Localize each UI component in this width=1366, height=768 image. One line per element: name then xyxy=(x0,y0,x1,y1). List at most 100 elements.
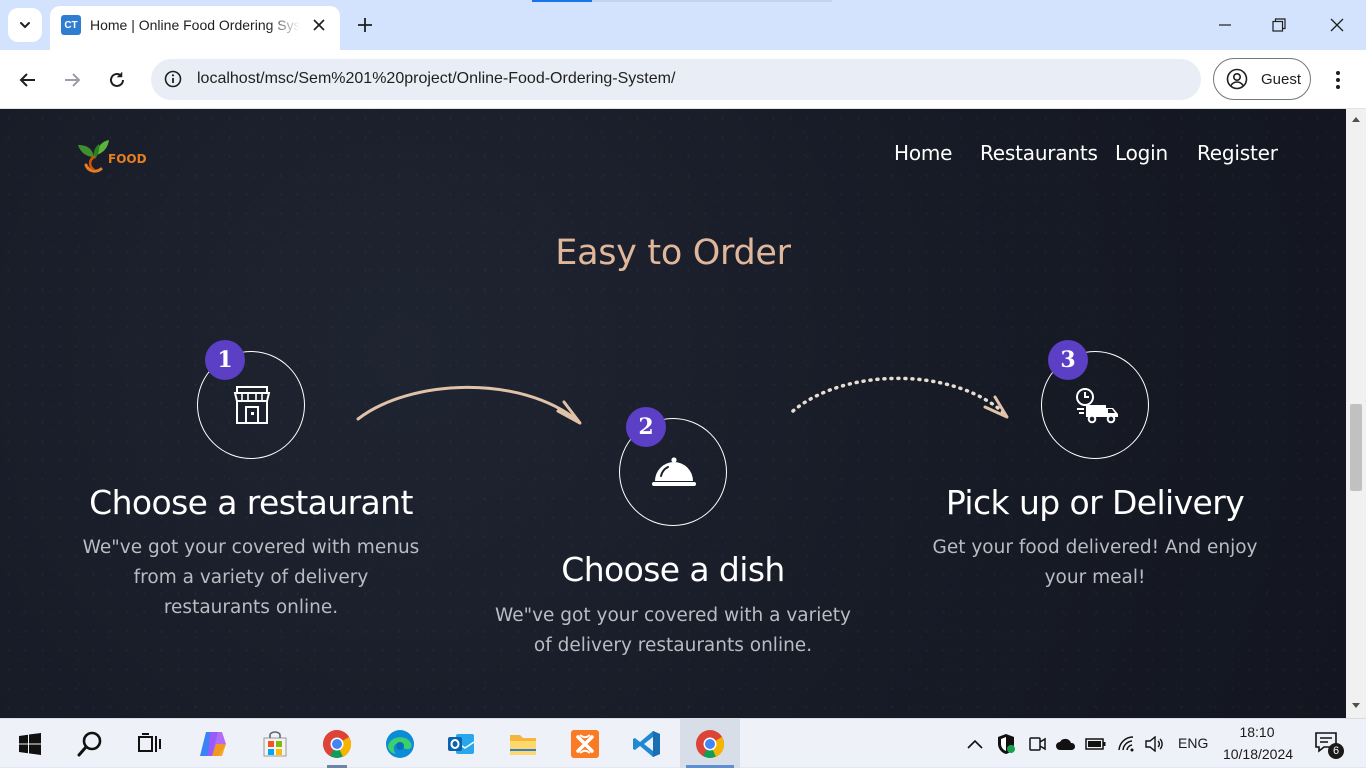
restore-button[interactable] xyxy=(1259,8,1299,42)
battery-icon xyxy=(1085,738,1106,750)
profile-button[interactable]: Guest xyxy=(1213,58,1311,100)
tab-title: Home | Online Food Ordering System xyxy=(90,17,300,33)
more-vertical-icon xyxy=(1336,71,1340,89)
windows-start-icon xyxy=(19,732,41,755)
close-window-button[interactable] xyxy=(1317,8,1357,42)
edge-taskbar-button[interactable] xyxy=(376,719,424,768)
step-3-description: Get your food delivered! And enjoy your … xyxy=(932,537,1258,588)
step-2-title: Choose a dish xyxy=(561,550,785,589)
start-button[interactable] xyxy=(6,719,54,768)
scroll-thumb[interactable] xyxy=(1350,404,1362,491)
forward-button[interactable] xyxy=(56,64,88,96)
nav-login[interactable]: Login xyxy=(1115,141,1168,165)
edge-icon xyxy=(386,729,414,758)
profile-icon xyxy=(1226,68,1248,90)
food-cloche-icon xyxy=(652,457,696,486)
tab-close-button[interactable] xyxy=(308,14,330,36)
xampp-icon xyxy=(571,729,599,758)
step-2-description: We"ve got your covered with a variety of… xyxy=(495,605,851,656)
microsoft-store-button[interactable] xyxy=(251,719,299,768)
close-icon xyxy=(1330,18,1344,32)
dotted-arrow-icon xyxy=(791,376,1009,419)
minimize-icon xyxy=(1219,24,1231,26)
tab-search-button[interactable] xyxy=(8,8,42,42)
page-scrollbar[interactable] xyxy=(1346,109,1366,718)
scroll-up-button[interactable] xyxy=(1346,111,1366,127)
nav-home[interactable]: Home xyxy=(894,141,952,165)
nav-register[interactable]: Register xyxy=(1197,141,1278,165)
arrow-left-icon xyxy=(19,73,35,87)
minimize-button[interactable] xyxy=(1205,8,1245,42)
shield-icon xyxy=(998,734,1015,754)
search-button[interactable] xyxy=(66,719,114,768)
meet-now-tray-icon[interactable] xyxy=(1026,733,1048,755)
chrome-icon xyxy=(696,729,725,758)
file-explorer-taskbar-button[interactable] xyxy=(499,719,547,768)
outlook-icon xyxy=(448,733,475,754)
browser-tab[interactable]: CT Home | Online Food Ordering System xyxy=(50,6,340,50)
language-indicator[interactable]: ENG xyxy=(1178,735,1208,751)
copilot-button[interactable] xyxy=(189,719,237,768)
step-1-title: Choose a restaurant xyxy=(89,483,413,522)
arrow-right-icon xyxy=(65,73,81,87)
site-info-icon[interactable] xyxy=(163,69,183,89)
caret-up-icon xyxy=(1352,117,1360,122)
page-viewport: FOOD Home Restaurants Login Register Eas… xyxy=(0,109,1346,718)
copilot-icon xyxy=(200,731,226,756)
task-view-icon xyxy=(138,732,161,752)
notification-count-badge: 6 xyxy=(1328,743,1344,759)
clock-date[interactable]: 10/18/2024 xyxy=(1212,746,1304,762)
url-text[interactable]: localhost/msc/Sem%201%20project/Online-F… xyxy=(197,70,675,88)
chrome-icon xyxy=(323,729,352,758)
plus-icon xyxy=(358,18,372,32)
reload-icon xyxy=(110,72,124,87)
scroll-down-button[interactable] xyxy=(1346,698,1366,714)
step-1-description: We"ve got your covered with menus from a… xyxy=(82,537,420,618)
section-title: Easy to Order xyxy=(555,233,791,273)
onedrive-tray-icon[interactable] xyxy=(1055,733,1077,755)
nav-restaurants[interactable]: Restaurants xyxy=(980,141,1098,165)
step-2-badge: 2 xyxy=(626,407,666,447)
outlook-taskbar-button[interactable] xyxy=(437,719,485,768)
delivery-truck-icon xyxy=(1076,388,1118,424)
browser-menu-button[interactable] xyxy=(1326,64,1350,96)
favicon-icon: CT xyxy=(61,15,81,35)
site-logo[interactable]: FOOD xyxy=(76,135,156,177)
curved-arrow-icon xyxy=(356,385,582,425)
store-icon xyxy=(263,730,287,756)
reload-button[interactable] xyxy=(101,64,133,96)
volume-tray-icon[interactable] xyxy=(1144,733,1166,755)
speaker-icon xyxy=(1145,736,1163,752)
store-icon xyxy=(233,386,271,424)
step-1-badge: 1 xyxy=(205,340,245,380)
new-tab-button[interactable] xyxy=(352,12,378,38)
file-explorer-icon xyxy=(510,734,536,755)
browser-toolbar: localhost/msc/Sem%201%20project/Online-F… xyxy=(0,50,1366,109)
tab-strip-accent xyxy=(532,0,592,2)
wifi-icon xyxy=(1118,736,1134,752)
wifi-tray-icon[interactable] xyxy=(1116,733,1138,755)
cloud-icon xyxy=(1056,738,1076,750)
restore-icon xyxy=(1272,18,1286,32)
chrome-taskbar-button[interactable] xyxy=(313,719,361,768)
search-icon xyxy=(77,731,102,756)
notification-center-button[interactable]: 6 xyxy=(1314,731,1344,759)
step-3-badge: 3 xyxy=(1048,340,1088,380)
chrome-active-window-button[interactable] xyxy=(680,719,740,768)
step-3-title: Pick up or Delivery xyxy=(945,483,1245,522)
security-tray-icon[interactable] xyxy=(995,733,1017,755)
chevron-up-icon xyxy=(967,739,983,749)
battery-tray-icon[interactable] xyxy=(1085,733,1107,755)
show-hidden-icons-button[interactable] xyxy=(964,733,986,755)
clock-time[interactable]: 18:10 xyxy=(1222,724,1292,740)
back-button[interactable] xyxy=(12,64,44,96)
task-view-button[interactable] xyxy=(126,719,174,768)
close-icon xyxy=(313,19,325,31)
tab-strip-divider xyxy=(592,0,832,2)
address-bar[interactable]: localhost/msc/Sem%201%20project/Online-F… xyxy=(151,59,1201,100)
profile-label: Guest xyxy=(1261,70,1302,88)
xampp-taskbar-button[interactable] xyxy=(561,719,609,768)
chevron-down-icon xyxy=(20,22,30,29)
logo-text: FOOD xyxy=(108,152,147,166)
vscode-taskbar-button[interactable] xyxy=(623,719,671,768)
